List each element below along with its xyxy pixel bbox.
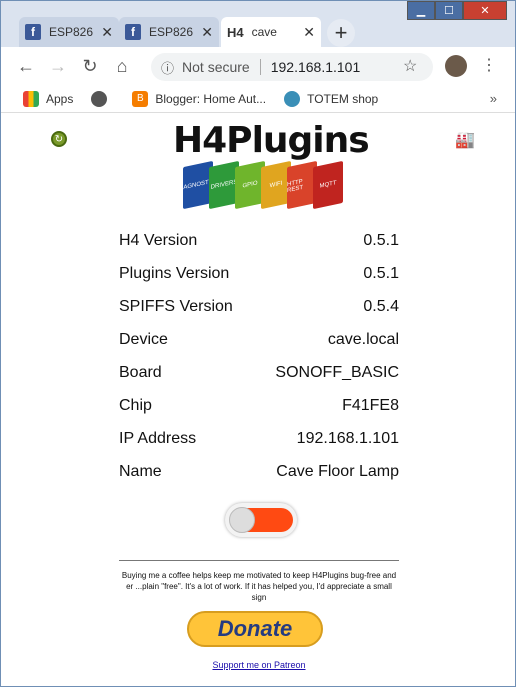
h4plugins-logo: H4Plugins DIAGNOSTICS DRIVERS GPIO WIFI … — [173, 120, 370, 212]
tab-title: ESP826 — [149, 25, 194, 39]
new-tab-button[interactable]: + — [327, 19, 355, 47]
donate-button[interactable]: Donate — [187, 611, 323, 647]
menu-dots-icon[interactable]: ⋮ — [481, 55, 497, 75]
bookmark-star-icon[interactable]: ☆ — [403, 56, 417, 76]
tab-1[interactable]: f ESP826 ✕ — [19, 17, 119, 47]
info-value: Cave Floor Lamp — [276, 463, 399, 480]
home-icon[interactable]: ⌂ — [109, 53, 135, 79]
bookmark-apps[interactable]: Apps — [23, 90, 74, 107]
close-tab-icon[interactable]: ✕ — [303, 24, 315, 41]
toggle-knob[interactable] — [229, 507, 255, 533]
tab-title: ESP826 — [49, 25, 94, 39]
info-label: Name — [119, 463, 162, 480]
info-row: Board SONOFF_BASIC — [119, 364, 399, 397]
info-row: IP Address 192.168.1.101 — [119, 430, 399, 463]
tab-3-active[interactable]: H4 cave ✕ — [221, 17, 321, 47]
security-label: Not secure — [182, 59, 250, 75]
bookmark-totem[interactable]: TOTEM shop — [284, 90, 379, 107]
factory-icon[interactable]: 🏭 — [455, 130, 475, 150]
tab-strip: ▁ ☐ ✕ f ESP826 ✕ f ESP826 ✕ H4 cave ✕ + — [1, 1, 515, 47]
bookmark-label: Blogger: Home Aut... — [155, 91, 267, 106]
lamp-power-toggle[interactable] — [225, 503, 297, 537]
device-info-table: H4 Version 0.5.1 Plugins Version 0.5.1 S… — [119, 232, 399, 496]
patreon-link[interactable]: Support me on Patreon — [1, 660, 515, 670]
bookmarks-overflow-icon[interactable]: » — [490, 91, 497, 106]
info-row: Device cave.local — [119, 331, 399, 364]
info-value: F41FE8 — [342, 397, 399, 414]
bookmarks-bar: Apps B Blogger: Home Aut... TOTEM shop » — [1, 85, 515, 113]
info-row: Plugins Version 0.5.1 — [119, 265, 399, 298]
close-window-button[interactable]: ✕ — [463, 1, 507, 20]
url-text: 192.168.1.101 — [270, 59, 361, 75]
info-value: cave.local — [327, 331, 399, 348]
browser-window: ▁ ☐ ✕ f ESP826 ✕ f ESP826 ✕ H4 cave ✕ + … — [0, 0, 516, 687]
info-row: SPIFFS Version 0.5.4 — [119, 298, 399, 331]
info-value: 0.5.4 — [363, 298, 399, 315]
bookmark-label: Apps — [46, 91, 74, 106]
divider — [119, 560, 399, 561]
maximize-button[interactable]: ☐ — [435, 1, 463, 20]
info-value: 192.168.1.101 — [296, 430, 399, 447]
logo-blocks: DIAGNOSTICS DRIVERS GPIO WIFI HTTP REST … — [177, 160, 343, 210]
info-label: Board — [119, 364, 162, 381]
coffee-message: Buying me a coffee helps keep me motivat… — [121, 571, 397, 602]
forward-icon[interactable]: → — [45, 53, 71, 79]
close-tab-icon[interactable]: ✕ — [101, 24, 113, 41]
bookmark-label: TOTEM shop — [307, 91, 379, 106]
info-label: Plugins Version — [119, 265, 230, 282]
browser-toolbar: ← → ↻ ⌂ ⓘ Not secure 192.168.1.101 ☆ ⋮ — [1, 47, 515, 85]
info-value: 0.5.1 — [363, 232, 399, 249]
info-label: H4 Version — [119, 232, 198, 249]
info-label: IP Address — [119, 430, 197, 447]
globe-icon — [91, 90, 108, 107]
tab-2[interactable]: f ESP826 ✕ — [119, 17, 219, 47]
bookmark-blogger[interactable]: B Blogger: Home Aut... — [132, 90, 267, 107]
profile-avatar[interactable] — [445, 55, 467, 77]
refresh-icon[interactable]: ↻ — [51, 131, 67, 147]
info-row: Name Cave Floor Lamp — [119, 463, 399, 496]
address-bar[interactable]: ⓘ Not secure 192.168.1.101 — [151, 53, 433, 81]
info-label: SPIFFS Version — [119, 298, 233, 315]
info-value: SONOFF_BASIC — [275, 364, 399, 381]
reload-icon[interactable]: ↻ — [77, 53, 103, 79]
totem-icon — [284, 90, 301, 107]
info-row: Chip F41FE8 — [119, 397, 399, 430]
minimize-button[interactable]: ▁ — [407, 1, 435, 20]
close-tab-icon[interactable]: ✕ — [201, 24, 213, 41]
address-separator — [259, 59, 261, 75]
info-icon[interactable]: ⓘ — [161, 58, 174, 77]
tab-title: cave — [251, 25, 277, 39]
bookmark-globe[interactable] — [91, 90, 114, 107]
back-icon[interactable]: ← — [13, 53, 39, 79]
info-label: Device — [119, 331, 168, 348]
h4-favicon: H4 — [227, 24, 244, 40]
info-row: H4 Version 0.5.1 — [119, 232, 399, 265]
logo-block: MQTT — [313, 160, 343, 210]
blogger-icon: B — [132, 90, 149, 107]
window-controls: ▁ ☐ ✕ — [407, 1, 507, 21]
facebook-icon: f — [25, 24, 41, 40]
page-content: ↻ 🏭 H4Plugins DIAGNOSTICS DRIVERS GPIO W… — [1, 114, 515, 686]
facebook-icon: f — [125, 24, 141, 40]
info-label: Chip — [119, 397, 152, 414]
apps-grid-icon — [23, 90, 39, 107]
logo-title: H4Plugins — [173, 120, 370, 161]
info-value: 0.5.1 — [363, 265, 399, 282]
